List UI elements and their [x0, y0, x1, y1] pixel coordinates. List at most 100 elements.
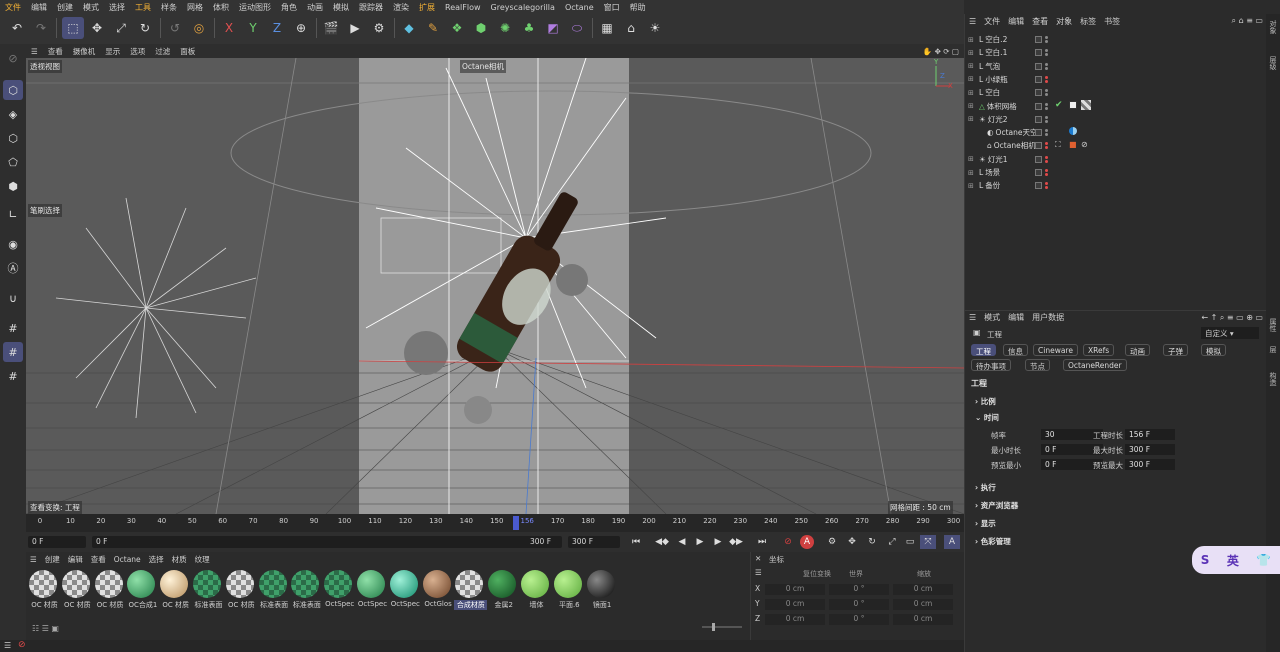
grid-snap-icon[interactable]: #: [3, 318, 23, 338]
menu-animation[interactable]: 动画: [302, 2, 328, 13]
editor-visibility-dot[interactable]: [1045, 62, 1048, 66]
render-visibility-dot[interactable]: [1045, 79, 1048, 83]
group-color-management[interactable]: › 色彩管理: [975, 536, 1011, 547]
material-swatch[interactable]: 墙体: [520, 570, 551, 610]
record-icon[interactable]: ⊘: [780, 535, 796, 549]
object-row[interactable]: ◐ Octane天空: [965, 126, 1267, 139]
volume-mesh-check-icon[interactable]: ✔: [1055, 100, 1063, 110]
object-name[interactable]: 空白.1: [985, 47, 1007, 58]
octane-sky-tag-icon[interactable]: [1069, 127, 1077, 135]
menu-spline[interactable]: 样条: [156, 2, 182, 13]
menu-select[interactable]: 选择: [104, 2, 130, 13]
make-editable-icon[interactable]: ⊘: [3, 48, 23, 68]
object-row[interactable]: ⊞ L 场景: [965, 166, 1267, 179]
expand-icon[interactable]: ⊞: [968, 102, 976, 110]
object-row[interactable]: ⊞ ☀ 灯光1: [965, 153, 1267, 166]
render-visibility-dot[interactable]: [1045, 106, 1048, 110]
attr-tab[interactable]: 信息: [1003, 344, 1028, 356]
material-swatch[interactable]: OC 材质: [28, 570, 59, 610]
menu-character[interactable]: 角色: [276, 2, 302, 13]
current-frame-field[interactable]: 0 F: [92, 536, 562, 548]
start-frame-field[interactable]: 0 F: [28, 536, 86, 548]
layer-checkbox[interactable]: [1035, 36, 1042, 43]
object-name[interactable]: Octane天空: [996, 127, 1038, 138]
object-row[interactable]: ⊞ L 空白.2: [965, 33, 1267, 46]
menu-tools[interactable]: 工具: [130, 2, 156, 13]
editor-visibility-dot[interactable]: [1045, 102, 1048, 106]
attr-tab[interactable]: 节点: [1025, 359, 1050, 371]
menu-mesh[interactable]: 网格: [182, 2, 208, 13]
point-mode-icon[interactable]: ⬡: [3, 128, 23, 148]
key-rotation-icon[interactable]: ↻: [864, 535, 880, 549]
material-menu-create[interactable]: 创建: [41, 554, 64, 565]
group-time[interactable]: ⌄ 时间: [975, 412, 999, 423]
object-menu-bookmarks[interactable]: 书签: [1100, 16, 1124, 27]
render-visibility-dot[interactable]: [1045, 93, 1048, 97]
object-name[interactable]: 备份: [985, 180, 1000, 191]
extrude-icon[interactable]: ⬢: [470, 17, 492, 39]
camera-protect-tag-icon[interactable]: ⊘: [1081, 140, 1088, 149]
attr-tab[interactable]: 工程: [971, 344, 996, 356]
coord-scale-field[interactable]: 0 cm: [893, 614, 953, 625]
material-view-icons[interactable]: ☷ ☰ ▣: [32, 624, 59, 633]
attr-tab[interactable]: OctaneRender: [1063, 359, 1127, 371]
render-visibility-dot[interactable]: [1045, 173, 1048, 176]
menu-extensions[interactable]: 扩展: [414, 2, 440, 13]
attr-nav-icons[interactable]: ← ↑ ⌕ ≡ ▭ ⊕ ▭: [1197, 313, 1267, 323]
visibility-toggles[interactable]: [1035, 62, 1048, 70]
snap-icon[interactable]: Ⓐ: [3, 258, 23, 278]
object-row[interactable]: ⊞ L 小绿瓶: [965, 73, 1267, 86]
visibility-toggles[interactable]: [1035, 36, 1048, 43]
expand-icon[interactable]: ⊞: [968, 115, 976, 123]
perspective-viewport[interactable]: 透视视图 Octane相机 笔刷选择 查看变换: 工程 网格间距 : 50 cm…: [26, 58, 964, 514]
volume-mesh-tag-icon[interactable]: [1069, 101, 1077, 109]
deformer-icon[interactable]: ◩: [542, 17, 564, 39]
material-menu-octane[interactable]: Octane: [110, 555, 145, 564]
coords-reset-transform[interactable]: 复位变换: [803, 569, 831, 579]
menu-file[interactable]: 文件: [0, 2, 26, 13]
group-scale[interactable]: › 比例: [975, 396, 996, 407]
editor-visibility-dot[interactable]: [1045, 182, 1048, 186]
edge-mode-icon[interactable]: ⬠: [3, 152, 23, 172]
coord-position-field[interactable]: 0 cm: [765, 599, 825, 610]
layer-checkbox[interactable]: [1035, 155, 1042, 163]
playhead[interactable]: [513, 516, 519, 530]
editor-visibility-dot[interactable]: [1045, 36, 1048, 39]
render-visibility-dot[interactable]: [1045, 146, 1048, 150]
coord-rotation-field[interactable]: 0 °: [829, 584, 889, 595]
cube-icon[interactable]: ◆: [398, 17, 420, 39]
menu-mograph[interactable]: 运动图形: [234, 2, 276, 13]
material-menu-select[interactable]: 选择: [145, 554, 168, 565]
coord-scale-field[interactable]: 0 cm: [893, 599, 953, 610]
material-swatch[interactable]: OctGlos: [422, 570, 453, 610]
menu-octane[interactable]: Octane: [560, 3, 599, 12]
object-search-icon[interactable]: ⌕ ⌂ ≡ ▭: [1228, 16, 1267, 26]
group-asset-browser[interactable]: › 资产浏览器: [975, 500, 1018, 511]
menu-realflow[interactable]: RealFlow: [440, 3, 486, 12]
render-visibility-dot[interactable]: [1045, 53, 1048, 57]
redo-button[interactable]: ↷: [30, 17, 52, 39]
viewport-nav-icon[interactable]: ✋ ✥ ⟳ ▢: [918, 47, 964, 56]
viewport-menu-cameras[interactable]: 摄像机: [68, 46, 101, 57]
camera-icon[interactable]: ⌂: [620, 17, 642, 39]
object-row[interactable]: ⊞ L 备份: [965, 179, 1267, 192]
visibility-toggles[interactable]: [1035, 142, 1048, 150]
render-visibility-dot[interactable]: [1045, 186, 1048, 190]
material-swatch[interactable]: 合成材质: [454, 570, 488, 610]
attr-menu-edit[interactable]: 编辑: [1004, 312, 1028, 323]
render-visibility-dot[interactable]: [1045, 159, 1048, 163]
viewport-menu-options[interactable]: 选项: [125, 46, 150, 57]
visibility-toggles[interactable]: [1035, 49, 1048, 57]
layer-checkbox[interactable]: [1035, 89, 1042, 97]
key-param-icon[interactable]: ▭: [902, 535, 918, 549]
workplane-align-icon[interactable]: #: [3, 366, 23, 386]
z-axis-toggle[interactable]: Z: [266, 17, 288, 39]
coords-scale-select[interactable]: 缩放: [917, 569, 931, 579]
material-swatch[interactable]: 镜面1: [586, 570, 617, 610]
render-region-icon[interactable]: 🎬: [320, 17, 342, 39]
material-swatch[interactable]: OctSpec: [323, 570, 354, 610]
visibility-toggles[interactable]: [1035, 89, 1048, 97]
menu-greyscalegorilla[interactable]: Greyscalegorilla: [486, 3, 560, 12]
expand-icon[interactable]: ⊞: [968, 182, 976, 190]
visibility-toggles[interactable]: [1035, 102, 1048, 110]
